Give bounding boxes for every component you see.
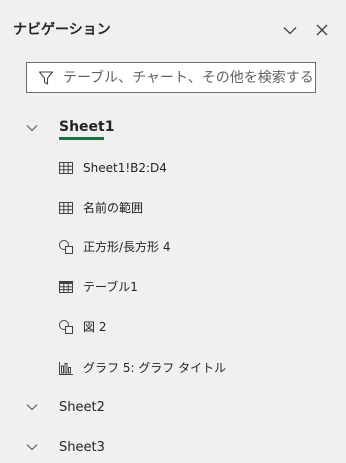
sheet-label: Sheet1 [59, 119, 115, 135]
collapse-pane-button[interactable] [279, 19, 301, 41]
nav-item-label: テーブル1 [83, 280, 138, 294]
search-input[interactable] [63, 63, 313, 92]
navigation-pane: ナビゲーション Sheet1 Sheet1!B2:D4 [0, 0, 346, 463]
active-sheet-indicator [59, 137, 104, 140]
table-icon [59, 281, 73, 293]
sheet-item-sheet2[interactable]: Sheet2 [0, 395, 346, 421]
nav-item-label: 正方形/長方形 4 [83, 240, 171, 254]
nav-item-named-range[interactable]: 名前の範囲 [56, 197, 326, 221]
nav-item-range[interactable]: Sheet1!B2:D4 [56, 157, 326, 181]
sheet-label: Sheet2 [59, 400, 105, 415]
nav-item-figure[interactable]: 図 2 [56, 316, 326, 340]
nav-item-label: グラフ 5: グラフ タイトル [83, 361, 227, 375]
close-pane-button[interactable] [311, 19, 333, 41]
chart-icon [59, 362, 73, 375]
sheet-item-sheet3[interactable]: Sheet3 [0, 435, 346, 461]
chevron-down-icon [283, 26, 297, 34]
nav-item-label: 名前の範囲 [83, 201, 144, 215]
sheet-label: Sheet3 [59, 440, 105, 455]
chevron-down-icon [26, 444, 38, 451]
nav-item-label: 図 2 [83, 320, 107, 334]
pane-title: ナビゲーション [13, 22, 111, 38]
named-range-grid-icon [59, 202, 73, 214]
range-grid-icon [59, 162, 73, 174]
filter-icon [38, 71, 54, 85]
shapes-icon [59, 320, 73, 334]
search-box[interactable] [26, 62, 316, 93]
nav-item-table[interactable]: テーブル1 [56, 276, 326, 300]
nav-item-rectangle-shape[interactable]: 正方形/長方形 4 [56, 236, 326, 260]
close-icon [316, 24, 328, 36]
sheet-item-sheet1[interactable]: Sheet1 [0, 116, 346, 142]
chevron-down-icon [26, 404, 38, 411]
nav-item-label: Sheet1!B2:D4 [83, 161, 167, 175]
chevron-down-icon [26, 125, 38, 132]
shapes-icon [59, 240, 73, 254]
nav-item-chart[interactable]: グラフ 5: グラフ タイトル [56, 357, 326, 381]
